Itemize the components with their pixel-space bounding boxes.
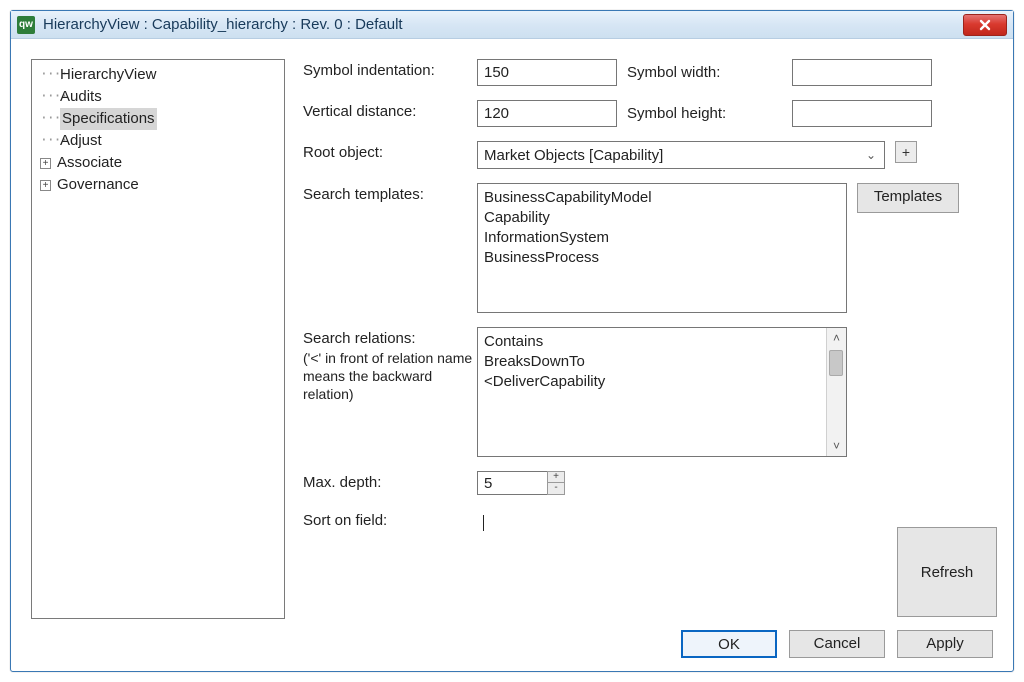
add-root-object-button[interactable]: + bbox=[895, 141, 917, 163]
form-panel: Symbol indentation: Symbol width: Vertic… bbox=[303, 59, 997, 619]
list-item[interactable]: Contains bbox=[484, 332, 820, 352]
tree-item-hierarchyview[interactable]: ····HierarchyView bbox=[38, 64, 284, 86]
scrollbar[interactable]: ˄ ˅ bbox=[826, 328, 846, 456]
label-search-templates: Search templates: bbox=[303, 183, 477, 203]
search-relations-hint: ('<' in front of relation name means the… bbox=[303, 349, 477, 403]
tree-item-specifications[interactable]: ····Specifications bbox=[38, 108, 284, 130]
titlebar[interactable]: qw HierarchyView : Capability_hierarchy … bbox=[11, 11, 1013, 39]
chevron-down-icon: ⌄ bbox=[864, 148, 878, 162]
cancel-button[interactable]: Cancel bbox=[789, 630, 885, 658]
list-item[interactable]: BreaksDownTo bbox=[484, 352, 820, 372]
apply-button[interactable]: Apply bbox=[897, 630, 993, 658]
max-depth-input[interactable] bbox=[477, 471, 547, 495]
max-depth-spinner[interactable]: + - bbox=[477, 471, 565, 495]
vertical-distance-input[interactable] bbox=[477, 100, 617, 127]
label-symbol-width: Symbol width: bbox=[627, 64, 752, 81]
list-item[interactable]: BusinessProcess bbox=[484, 248, 840, 268]
window-title: HierarchyView : Capability_hierarchy : R… bbox=[43, 16, 955, 33]
scroll-down-icon[interactable]: ˅ bbox=[827, 436, 846, 456]
tree-item-governance[interactable]: +Governance bbox=[38, 174, 284, 196]
list-item[interactable]: InformationSystem bbox=[484, 228, 840, 248]
label-symbol-indentation: Symbol indentation: bbox=[303, 59, 477, 79]
search-templates-list[interactable]: BusinessCapabilityModel Capability Infor… bbox=[477, 183, 847, 313]
symbol-height-input[interactable] bbox=[792, 100, 932, 127]
text-cursor bbox=[483, 515, 484, 531]
root-object-selected: Market Objects [Capability] bbox=[484, 147, 663, 164]
close-button[interactable] bbox=[963, 14, 1007, 36]
tree-item-associate[interactable]: +Associate bbox=[38, 152, 284, 174]
list-item[interactable]: Capability bbox=[484, 208, 840, 228]
app-icon: qw bbox=[17, 16, 35, 34]
tree-item-audits[interactable]: ····Audits bbox=[38, 86, 284, 108]
dialog-window: qw HierarchyView : Capability_hierarchy … bbox=[10, 10, 1014, 672]
label-search-relations: Search relations: ('<' in front of relat… bbox=[303, 327, 477, 403]
expand-icon[interactable]: + bbox=[40, 158, 51, 169]
ok-button[interactable]: OK bbox=[681, 630, 777, 658]
label-root-object: Root object: bbox=[303, 141, 477, 161]
refresh-button[interactable]: Refresh bbox=[897, 527, 997, 617]
sort-on-field-input[interactable] bbox=[477, 509, 847, 536]
expand-icon[interactable]: + bbox=[40, 180, 51, 191]
list-item[interactable]: BusinessCapabilityModel bbox=[484, 188, 840, 208]
templates-button[interactable]: Templates bbox=[857, 183, 959, 213]
label-sort-on-field: Sort on field: bbox=[303, 509, 477, 529]
symbol-width-input[interactable] bbox=[792, 59, 932, 86]
list-item[interactable]: <DeliverCapability bbox=[484, 372, 820, 392]
symbol-indentation-input[interactable] bbox=[477, 59, 617, 86]
scroll-up-icon[interactable]: ˄ bbox=[827, 328, 846, 348]
nav-tree[interactable]: ····HierarchyView ····Audits ····Specifi… bbox=[31, 59, 285, 619]
scroll-thumb[interactable] bbox=[829, 350, 843, 376]
dialog-footer: OK Cancel Apply bbox=[11, 629, 1013, 671]
label-symbol-height: Symbol height: bbox=[627, 105, 752, 122]
label-max-depth: Max. depth: bbox=[303, 471, 477, 491]
label-vertical-distance: Vertical distance: bbox=[303, 100, 477, 120]
close-icon bbox=[978, 18, 992, 32]
root-object-select[interactable]: Market Objects [Capability] ⌄ bbox=[477, 141, 885, 169]
spin-down-button[interactable]: - bbox=[547, 483, 565, 495]
tree-item-adjust[interactable]: ····Adjust bbox=[38, 130, 284, 152]
search-relations-list[interactable]: Contains BreaksDownTo <DeliverCapability… bbox=[477, 327, 847, 457]
